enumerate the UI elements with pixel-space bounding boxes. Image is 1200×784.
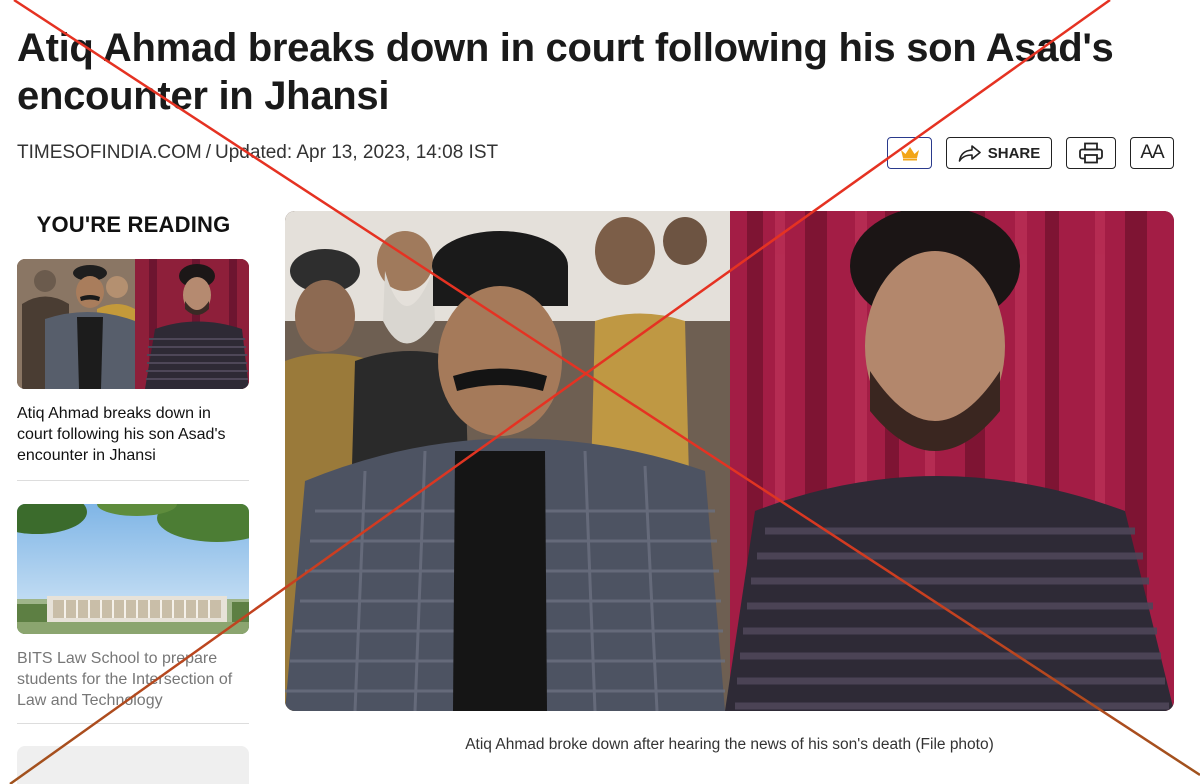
byline-separator: / bbox=[205, 142, 212, 163]
share-label: SHARE bbox=[987, 144, 1041, 162]
sidebar-card-placeholder[interactable] bbox=[17, 746, 249, 784]
article-byline: TIMESOFINDIA.COM / Updated: Apr 13, 2023, … bbox=[17, 142, 498, 164]
print-button[interactable] bbox=[1066, 137, 1116, 169]
printer-icon bbox=[1079, 142, 1103, 164]
share-arrow-icon bbox=[958, 145, 981, 162]
article-hero-image bbox=[285, 211, 1174, 711]
youre-reading-heading: YOU'RE READING bbox=[36, 212, 231, 237]
thumbnail-image bbox=[17, 259, 249, 389]
article-headline: Atiq Ahmad breaks down in court followin… bbox=[17, 26, 1114, 118]
share-button[interactable]: SHARE bbox=[946, 137, 1052, 169]
sidebar-divider bbox=[17, 723, 249, 724]
card-thumbnail-atiq[interactable] bbox=[17, 259, 249, 389]
premium-crown-button[interactable] bbox=[887, 137, 932, 169]
hero-photo bbox=[285, 211, 1174, 711]
image-caption: Atiq Ahmad broke down after hearing the … bbox=[465, 736, 994, 753]
card-title-bits[interactable]: BITS Law School to prepare students for … bbox=[17, 648, 249, 711]
card-thumbnail-bits[interactable] bbox=[17, 504, 249, 634]
source-name[interactable]: TIMESOFINDIA.COM bbox=[17, 142, 202, 163]
sidebar-divider bbox=[17, 480, 249, 481]
crown-icon bbox=[900, 147, 919, 161]
updated-timestamp: Updated: Apr 13, 2023, 14:08 IST bbox=[215, 142, 499, 163]
sidebar-card-bits[interactable]: BITS Law School to prepare students for … bbox=[17, 504, 249, 711]
sidebar-card-current[interactable]: Atiq Ahmad breaks down in court followin… bbox=[17, 259, 249, 466]
font-size-label: AA bbox=[1140, 142, 1164, 163]
thumbnail-image bbox=[17, 504, 249, 634]
font-size-button[interactable]: AA bbox=[1130, 137, 1174, 169]
card-title-current[interactable]: Atiq Ahmad breaks down in court followin… bbox=[17, 403, 249, 466]
